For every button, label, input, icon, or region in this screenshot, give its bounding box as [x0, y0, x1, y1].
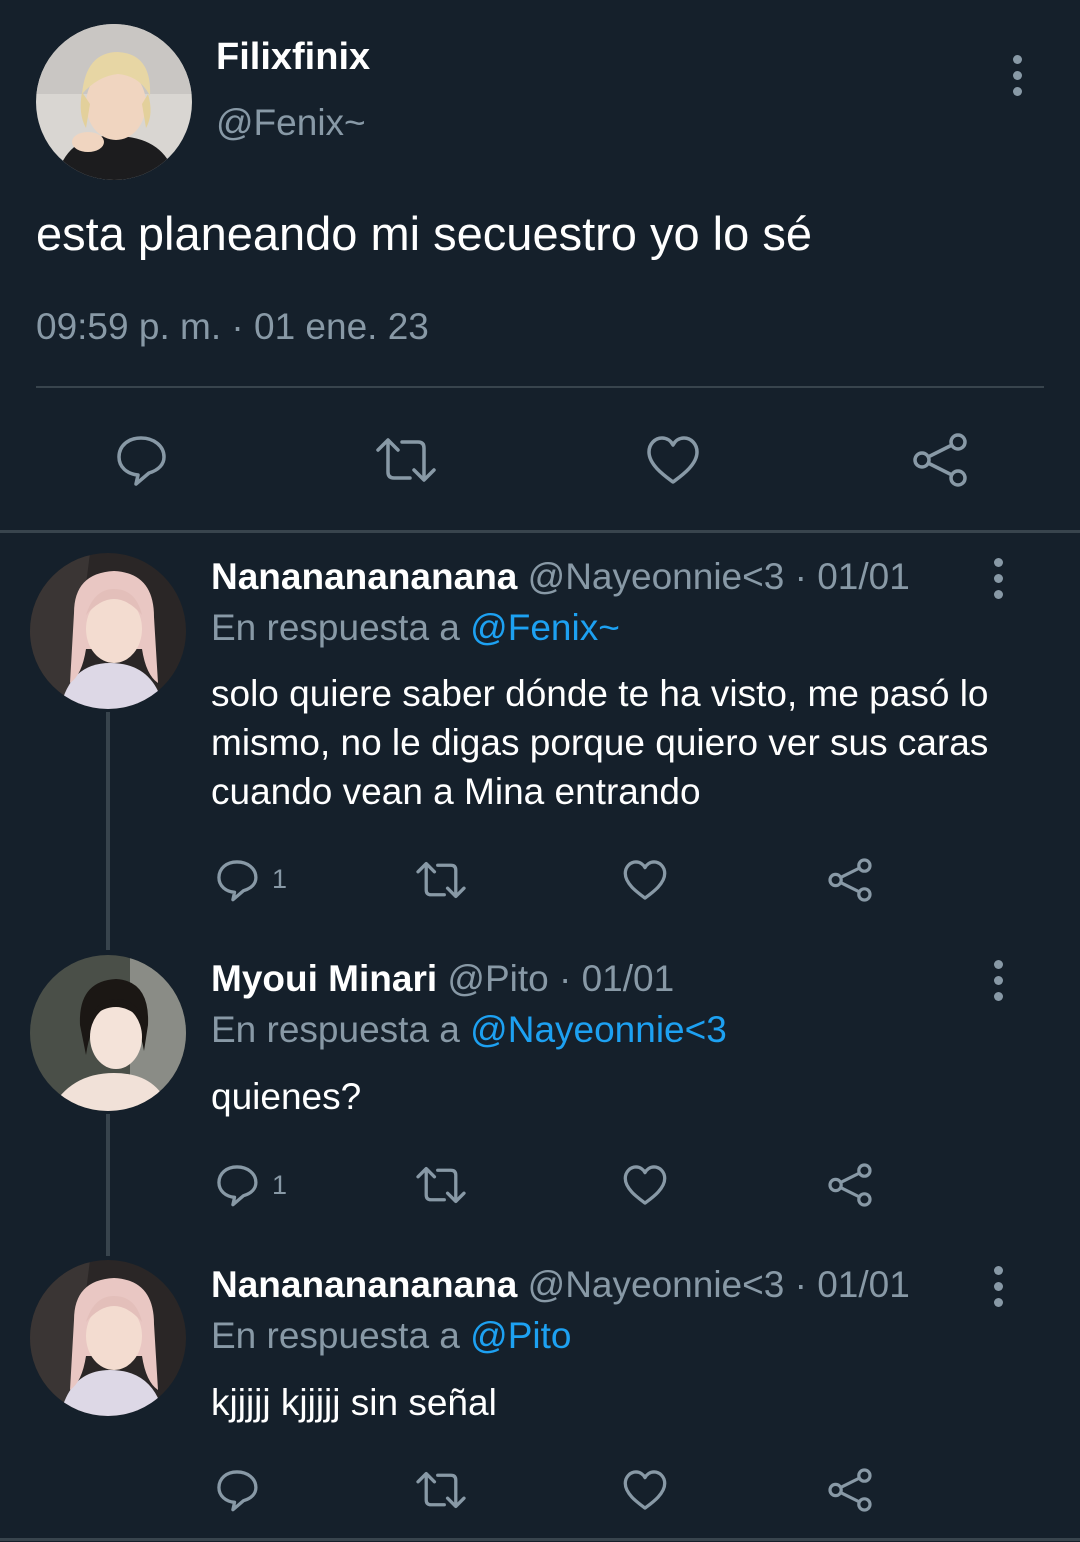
share-icon[interactable]: [910, 432, 970, 488]
main-tweet-text: esta planeando mi secuestro yo lo sé: [36, 207, 812, 260]
reply-icon[interactable]: [214, 857, 260, 903]
retweet-icon[interactable]: [414, 1162, 468, 1208]
like-icon[interactable]: [622, 1162, 668, 1208]
retweet-icon[interactable]: [414, 1467, 468, 1513]
reply-more-icon[interactable]: [978, 950, 1018, 1010]
reply-display-name[interactable]: Myoui Minari: [211, 958, 437, 999]
main-more-icon[interactable]: [997, 45, 1037, 105]
reply-to-line: En respuesta a @Pito: [211, 1315, 572, 1357]
reply-to-line: En respuesta a @Nayeonnie<3: [211, 1009, 727, 1051]
reply-to-prefix: En respuesta a: [211, 1315, 460, 1356]
reply-icon[interactable]: [214, 1467, 260, 1513]
main-display-name[interactable]: Filixfinix: [216, 36, 370, 79]
reply-handle-date[interactable]: @Nayeonnie<3 · 01/01: [528, 1264, 910, 1305]
reply-count: 1: [272, 1170, 288, 1200]
divider: [36, 386, 1044, 388]
main-avatar[interactable]: [36, 24, 192, 180]
main-handle[interactable]: @Fenix~: [216, 102, 366, 144]
reply-handle-date[interactable]: @Nayeonnie<3 · 01/01: [528, 556, 910, 597]
reply-to-prefix: En respuesta a: [211, 607, 460, 648]
reply-more-icon[interactable]: [978, 1256, 1018, 1316]
reply-icon[interactable]: [214, 1162, 260, 1208]
share-icon[interactable]: [826, 857, 874, 903]
reply-display-name[interactable]: Nanananananana: [211, 556, 517, 597]
reply-header: Myoui Minari @Pito · 01/01: [211, 958, 674, 1000]
reply-handle-date[interactable]: @Pito · 01/01: [447, 958, 674, 999]
like-icon[interactable]: [622, 1467, 668, 1513]
section-divider: [0, 530, 1080, 533]
thread-line: [106, 1114, 110, 1256]
reply-text: quienes?: [211, 1076, 362, 1117]
share-icon[interactable]: [826, 1467, 874, 1513]
reply-text: kjjjjj kjjjjj sin señal: [211, 1382, 497, 1423]
retweet-icon[interactable]: [374, 432, 438, 488]
retweet-icon[interactable]: [414, 857, 468, 903]
reply-avatar[interactable]: [30, 1260, 186, 1416]
like-icon[interactable]: [622, 857, 668, 903]
reply-to-mention[interactable]: @Nayeonnie<3: [470, 1009, 727, 1050]
reply-to-mention[interactable]: @Pito: [470, 1315, 571, 1356]
main-timestamp: 09:59 p. m. · 01 ene. 23: [36, 306, 429, 347]
bottom-divider: [0, 1538, 1080, 1541]
reply-avatar[interactable]: [30, 955, 186, 1111]
reply-count: 1: [272, 864, 288, 894]
share-icon[interactable]: [826, 1162, 874, 1208]
reply-to-prefix: En respuesta a: [211, 1009, 460, 1050]
reply-display-name[interactable]: Nanananananana: [211, 1264, 517, 1305]
reply-more-icon[interactable]: [978, 548, 1018, 608]
reply-icon[interactable]: [113, 432, 169, 488]
reply-header: Nanananananana @Nayeonnie<3 · 01/01: [211, 1264, 910, 1306]
reply-text: solo quiere saber dónde te ha visto, me …: [211, 673, 989, 812]
reply-avatar[interactable]: [30, 553, 186, 709]
reply-to-line: En respuesta a @Fenix~: [211, 607, 620, 649]
thread-line: [106, 712, 110, 950]
reply-to-mention[interactable]: @Fenix~: [470, 607, 620, 648]
like-icon[interactable]: [645, 432, 701, 488]
reply-header: Nanananananana @Nayeonnie<3 · 01/01: [211, 556, 910, 598]
